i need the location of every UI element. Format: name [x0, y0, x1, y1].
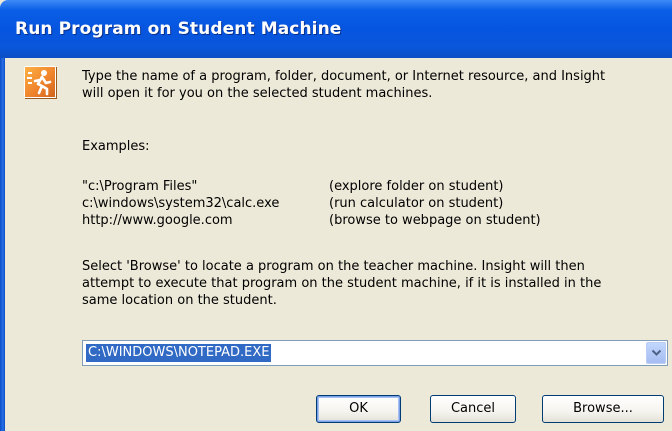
command-combobox[interactable]: C:\WINDOWS\NOTEPAD.EXE — [82, 340, 668, 366]
example-note: (browse to webpage on student) — [329, 213, 541, 228]
example-note: (run calculator on student) — [329, 196, 504, 211]
examples-heading: Examples: — [82, 139, 150, 154]
dialog-body: Type the name of a program, folder, docu… — [5, 58, 672, 431]
ok-button[interactable]: OK — [316, 395, 401, 423]
cancel-button[interactable]: Cancel — [430, 395, 516, 423]
title-bar[interactable]: Run Program on Student Machine — [0, 0, 672, 58]
browse-button[interactable]: Browse... — [542, 395, 664, 423]
browse-help-line: Select 'Browse' to locate a program on t… — [82, 259, 585, 274]
example-path: http://www.google.com — [82, 213, 233, 228]
example-path: c:\windows\system32\calc.exe — [82, 196, 280, 211]
run-icon — [24, 66, 56, 98]
chevron-down-icon — [651, 349, 662, 356]
example-path: "c:\Program Files" — [82, 179, 198, 194]
browse-help-line: same location on the student. — [82, 293, 277, 308]
dialog-title: Run Program on Student Machine — [15, 19, 342, 39]
example-note: (explore folder on student) — [329, 179, 504, 194]
dropdown-button[interactable] — [646, 342, 666, 364]
browse-help-line: attempt to execute that program on the s… — [82, 276, 602, 291]
description-line: Type the name of a program, folder, docu… — [82, 69, 606, 84]
description-line: will open it for you on the selected stu… — [82, 86, 433, 101]
command-input[interactable]: C:\WINDOWS\NOTEPAD.EXE — [86, 344, 272, 362]
